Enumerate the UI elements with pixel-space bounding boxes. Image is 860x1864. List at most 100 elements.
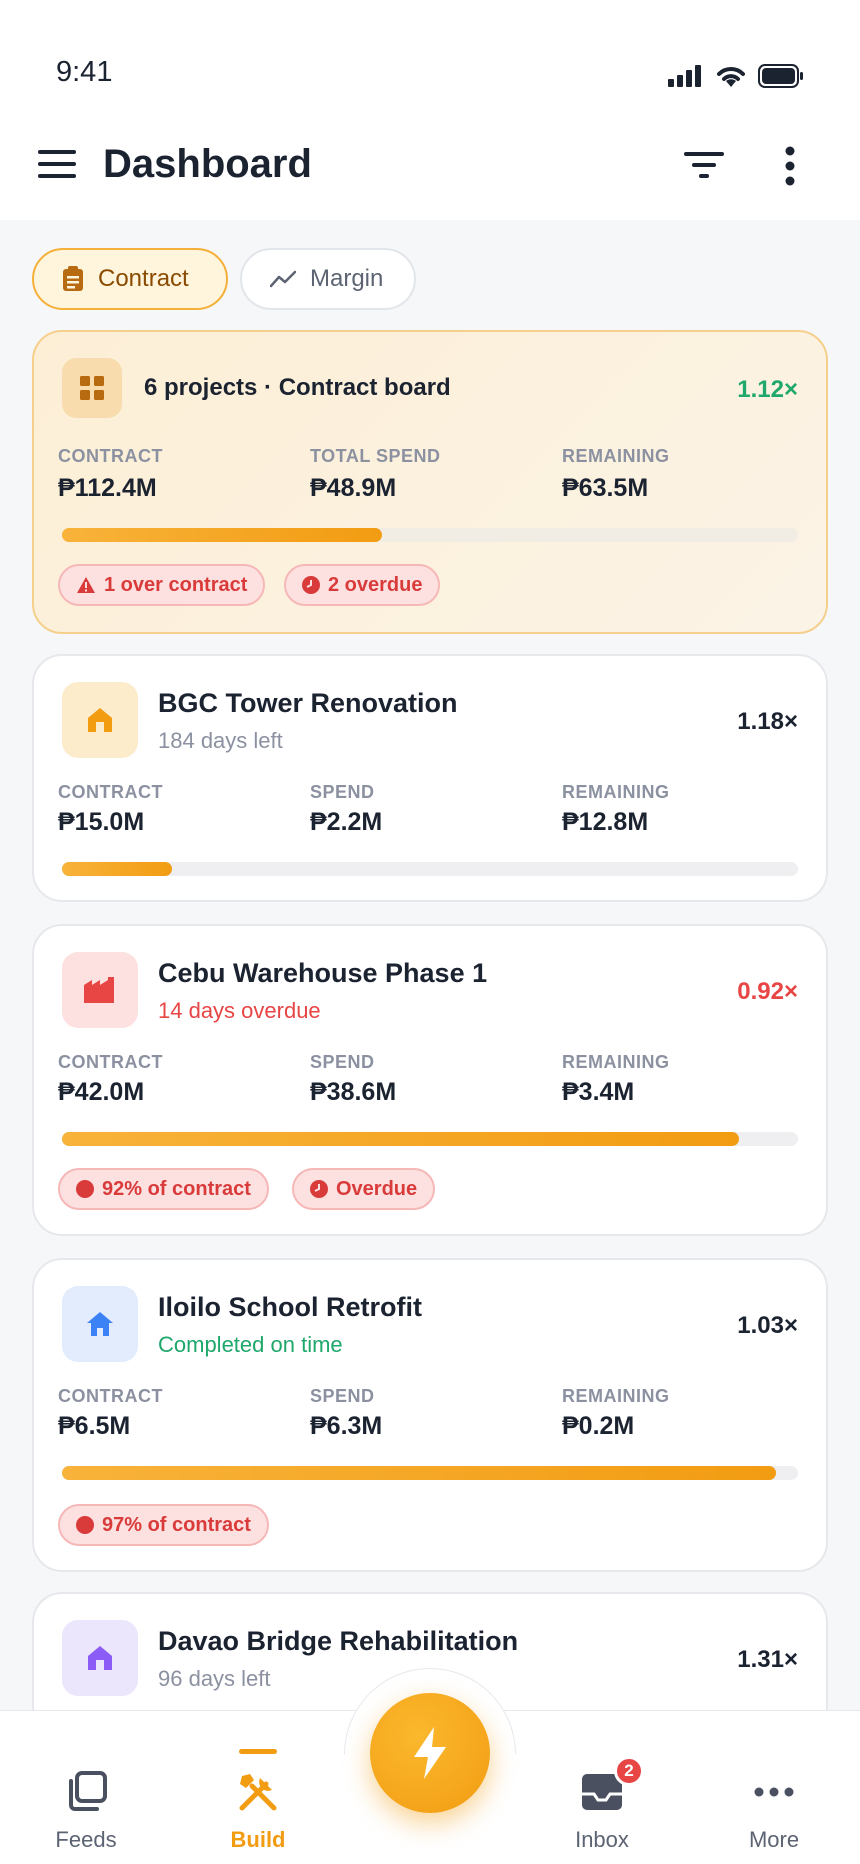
project-status: 14 days overdue <box>158 998 321 1023</box>
grid-icon <box>80 376 104 400</box>
project-card[interactable]: Iloilo School Retrofit Completed on time… <box>32 1258 828 1572</box>
remaining-value: ₱12.8M <box>562 808 649 836</box>
progress-track <box>62 528 798 542</box>
nav-inbox-label: Inbox <box>575 1827 629 1852</box>
overdue-text: 2 overdue <box>328 573 423 596</box>
spend-value: ₱6.3M <box>310 1412 383 1440</box>
nav-more[interactable]: More <box>704 1711 844 1864</box>
project-status: 96 days left <box>158 1666 271 1691</box>
page-title: Dashboard <box>103 142 312 186</box>
project-tile <box>62 952 138 1028</box>
overdue-badge: Overdue <box>292 1168 436 1210</box>
nav-build[interactable]: Build <box>188 1711 328 1864</box>
project-name: Iloilo School Retrofit <box>158 1292 422 1322</box>
house-icon <box>88 1646 112 1670</box>
clock-icon <box>310 1180 328 1198</box>
spend-value: ₱2.2M <box>310 808 383 836</box>
progress-fill <box>62 1132 740 1146</box>
remaining-label: REMAINING <box>562 446 670 466</box>
project-tile <box>62 1620 138 1696</box>
contract-toggle-label: Contract <box>98 265 189 292</box>
inbox-badge: 2 <box>614 1756 644 1786</box>
signal-icon <box>668 65 701 87</box>
lightning-icon <box>414 1727 446 1779</box>
project-name: Cebu Warehouse Phase 1 <box>158 958 488 988</box>
warning-icon <box>77 577 95 593</box>
menu-icon[interactable] <box>38 150 76 178</box>
home-icon <box>87 1312 113 1336</box>
overdue-badge: 2 overdue <box>284 564 441 606</box>
quick-action-button[interactable] <box>370 1693 490 1813</box>
remaining-value: ₱0.2M <box>562 1412 635 1440</box>
remaining-value: ₱63.5M <box>562 474 649 502</box>
battery-icon <box>758 64 803 88</box>
trend-line-icon <box>270 270 296 288</box>
contract-toggle[interactable]: Contract <box>32 248 228 310</box>
percent-contract-badge: 92% of contract <box>58 1168 269 1210</box>
wifi-icon <box>717 67 745 87</box>
pie-icon <box>76 1180 94 1198</box>
percent-contract-text: 92% of contract <box>102 1177 251 1200</box>
nav-feeds-label: Feeds <box>55 1827 117 1852</box>
project-name: Davao Bridge Rehabilitation <box>158 1626 519 1656</box>
project-multiplier: 1.18× <box>737 708 798 735</box>
more-horizontal-icon <box>751 1769 797 1815</box>
spend-label: TOTAL SPEND <box>310 446 441 466</box>
progress-fill <box>62 862 173 876</box>
project-status: 184 days left <box>158 728 283 753</box>
contract-label: CONTRACT <box>58 446 163 466</box>
project-multiplier: 0.92× <box>737 978 798 1005</box>
summary-multiplier: 1.12× <box>737 376 798 403</box>
status-icons <box>668 64 804 88</box>
project-multiplier: 1.03× <box>737 1312 798 1339</box>
contract-board-summary[interactable]: 6 projects · Contract board 1.12× CONTRA… <box>32 330 828 634</box>
pie-icon <box>76 1516 94 1534</box>
percent-contract-badge: 97% of contract <box>58 1504 269 1546</box>
filter-icon[interactable] <box>684 150 724 180</box>
percent-contract-text: 97% of contract <box>102 1513 251 1536</box>
contract-value: ₱15.0M <box>58 808 145 836</box>
spend-label: SPEND <box>310 1052 375 1072</box>
more-vertical-icon[interactable] <box>784 146 796 186</box>
project-card[interactable]: BGC Tower Renovation 184 days left 1.18×… <box>32 654 828 902</box>
contract-label: CONTRACT <box>58 1052 163 1072</box>
over-contract-text: 1 over contract <box>104 573 248 596</box>
overdue-text: Overdue <box>336 1177 418 1200</box>
progress-fill <box>62 1466 776 1480</box>
progress-track <box>62 862 798 876</box>
clipboard-icon <box>63 266 83 291</box>
nav-more-label: More <box>748 1827 800 1852</box>
remaining-label: REMAINING <box>562 1386 670 1406</box>
project-tile <box>62 682 138 758</box>
spend-value: ₱38.6M <box>310 1078 397 1106</box>
project-multiplier: 1.31× <box>737 1646 798 1673</box>
remaining-label: REMAINING <box>562 1052 670 1072</box>
spend-label: SPEND <box>310 782 375 802</box>
contract-value: ₱112.4M <box>58 474 157 502</box>
remaining-value: ₱3.4M <box>562 1078 635 1106</box>
project-name: BGC Tower Renovation <box>158 688 458 718</box>
nav-feeds[interactable]: Feeds <box>16 1711 156 1864</box>
clock-icon <box>302 576 320 594</box>
status-time: 9:41 <box>56 56 113 88</box>
project-tile <box>62 1286 138 1362</box>
spend-value: ₱48.9M <box>310 474 397 502</box>
contract-value: ₱42.0M <box>58 1078 145 1106</box>
contract-label: CONTRACT <box>58 782 163 802</box>
grid-tile <box>62 358 122 418</box>
progress-track <box>62 1466 798 1480</box>
house-icon <box>88 708 112 732</box>
progress-track <box>62 1132 798 1146</box>
margin-toggle-label: Margin <box>310 265 384 292</box>
project-status: Completed on time <box>158 1332 343 1357</box>
nav-build-label: Build <box>230 1827 286 1852</box>
project-card[interactable]: Cebu Warehouse Phase 1 14 days overdue 0… <box>32 924 828 1236</box>
feeds-icon <box>63 1769 109 1815</box>
remaining-label: REMAINING <box>562 782 670 802</box>
nav-inbox[interactable]: Inbox <box>532 1711 672 1864</box>
spend-label: SPEND <box>310 1386 375 1406</box>
contract-value: ₱6.5M <box>58 1412 131 1440</box>
tools-icon <box>235 1769 281 1815</box>
margin-toggle[interactable]: Margin <box>240 248 416 310</box>
factory-icon <box>84 977 114 1003</box>
